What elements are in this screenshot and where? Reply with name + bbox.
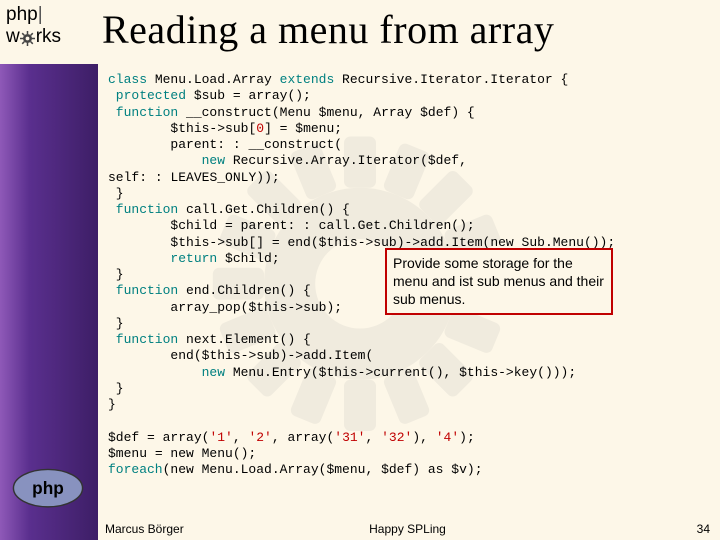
slide-header: php| wrks Reading a menu from array	[0, 0, 720, 65]
callout-text: Provide some storage for the menu and is…	[393, 255, 604, 307]
annotation-callout: Provide some storage for the menu and is…	[385, 248, 613, 315]
logo-text-rks: rks	[36, 26, 61, 48]
phpworks-logo: php| wrks	[0, 0, 102, 65]
php-elephant-logo: php	[12, 468, 84, 508]
logo-text-php: php	[6, 4, 38, 25]
logo-pipe: |	[38, 4, 43, 25]
gear-icon	[20, 30, 35, 45]
logo-text-w: w	[6, 26, 20, 48]
slide-title: Reading a menu from array	[102, 0, 554, 53]
footer-page-number: 34	[697, 522, 710, 536]
footer-author: Marcus Börger	[105, 522, 184, 536]
slide-footer: Marcus Börger Happy SPLing 34	[105, 522, 710, 536]
svg-text:php: php	[32, 478, 64, 498]
footer-title: Happy SPLing	[369, 522, 446, 536]
